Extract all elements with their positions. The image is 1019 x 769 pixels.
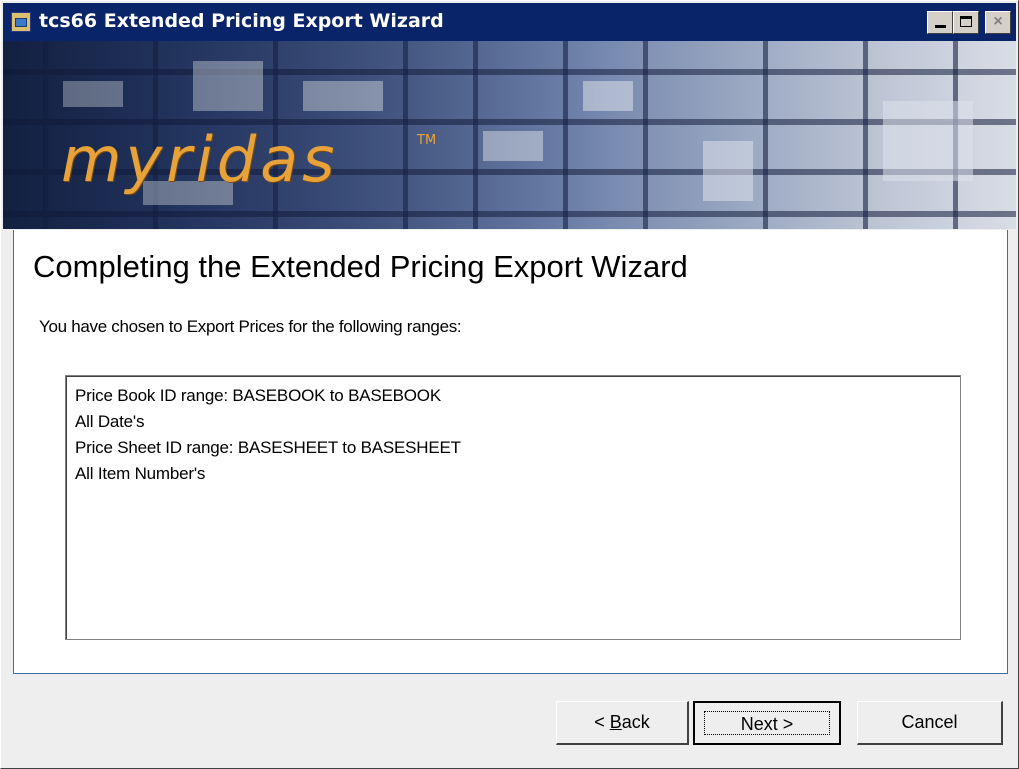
back-button-label: ack xyxy=(621,712,650,732)
summary-line: All Date's xyxy=(75,412,145,431)
trademark-mark: TM xyxy=(417,133,437,148)
app-icon xyxy=(11,12,31,32)
maximize-button[interactable] xyxy=(953,11,979,34)
myridas-logo: myridas xyxy=(61,123,339,196)
summary-line: Price Book ID range: BASEBOOK to BASEBOO… xyxy=(75,386,441,405)
next-button-label: Next > xyxy=(704,711,830,735)
summary-line: All Item Number's xyxy=(75,464,206,483)
banner-image: myridas TM xyxy=(3,41,1016,229)
minimize-button[interactable] xyxy=(927,11,953,34)
page-title: Completing the Extended Pricing Export W… xyxy=(33,249,688,284)
summary-listbox[interactable]: Price Book ID range: BASEBOOK to BASEBOO… xyxy=(65,375,961,640)
title-bar[interactable]: tcs66 Extended Pricing Export Wizard × xyxy=(3,3,1016,41)
minimize-icon xyxy=(935,25,946,28)
back-button-prefix: < xyxy=(594,712,610,732)
summary-line: Price Sheet ID range: BASESHEET to BASES… xyxy=(75,438,461,457)
next-button[interactable]: Next > xyxy=(693,701,841,745)
back-button[interactable]: < Back xyxy=(556,701,689,745)
cancel-button[interactable]: Cancel xyxy=(857,701,1003,745)
wizard-window: tcs66 Extended Pricing Export Wizard × m… xyxy=(0,0,1019,769)
close-icon: × xyxy=(993,13,1003,30)
intro-text: You have chosen to Export Prices for the… xyxy=(39,317,462,336)
back-button-mnemonic: B xyxy=(609,712,622,732)
maximize-icon xyxy=(960,16,972,27)
window-title: tcs66 Extended Pricing Export Wizard xyxy=(39,10,444,32)
close-button[interactable]: × xyxy=(985,11,1011,34)
